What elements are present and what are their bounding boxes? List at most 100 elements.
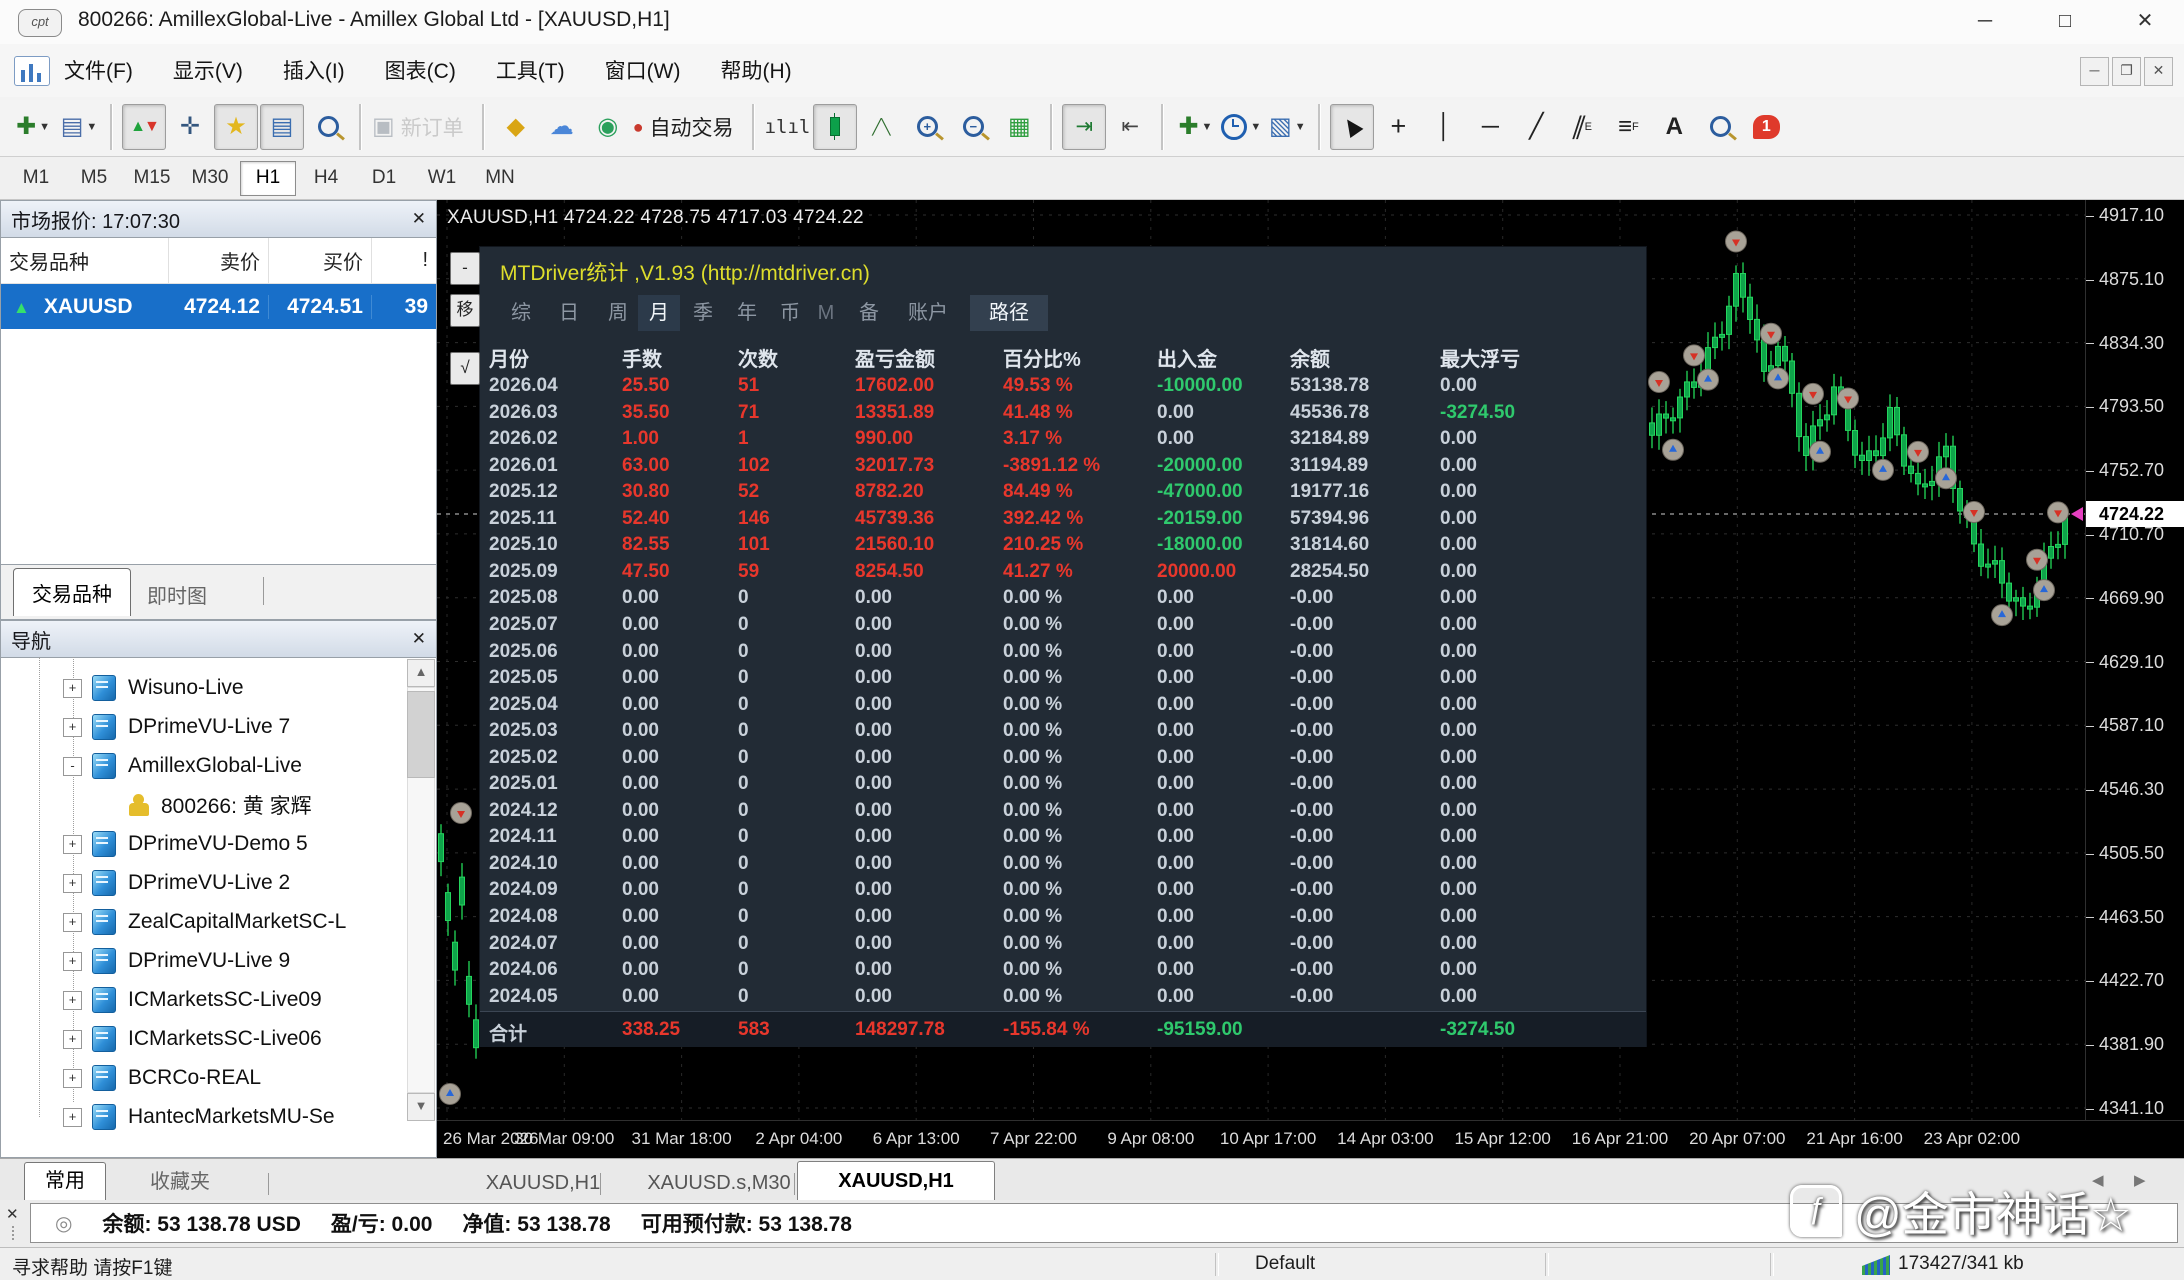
terminal-toggle[interactable]: ▤ — [260, 103, 304, 150]
collapse-icon[interactable]: - — [63, 756, 82, 776]
time-axis[interactable]: 26 Mar 2026 30 Mar 09:00 31 Mar 18:00 2 Apr… — [437, 1120, 2184, 1159]
expand-icon[interactable]: + — [63, 951, 82, 971]
stats-tab-季[interactable]: 季 — [685, 295, 721, 331]
menu-item-图表(C)[interactable]: 图表(C) — [385, 55, 456, 85]
chart-shift-toggle[interactable]: ⇤ — [1108, 104, 1152, 150]
templates-dropdown[interactable]: ▧ ▼ — [1265, 104, 1309, 150]
tile-windows-button[interactable]: ▦ — [997, 104, 1041, 150]
expand-icon[interactable]: + — [63, 873, 82, 893]
timeframe-M15[interactable]: M15 — [124, 161, 180, 196]
timeframe-D1[interactable]: D1 — [356, 161, 412, 196]
nav-item-ICMarketsSC-Live09[interactable]: + ICMarketsSC-Live09 — [63, 981, 322, 1019]
tab-tick-chart[interactable]: 即时图 — [129, 571, 225, 618]
maximize-button[interactable]: □ — [2038, 5, 2092, 39]
timeframe-MN[interactable]: MN — [472, 161, 528, 196]
strategy-tester-toggle[interactable] — [306, 104, 350, 150]
nav-item-HantecMarketsMU-Se[interactable]: + HantecMarketsMU-Se — [63, 1098, 335, 1136]
scrollbar-up-icon[interactable]: ▲ — [407, 659, 435, 687]
stats-tab-路径[interactable]: 路径 — [970, 295, 1048, 331]
vertical-line-button[interactable]: │ — [1422, 104, 1466, 150]
nav-item-DPrimeVU-Live-9[interactable]: + DPrimeVU-Live 9 — [63, 942, 290, 980]
menu-item-窗口(W)[interactable]: 窗口(W) — [605, 55, 681, 85]
column-spread[interactable]: ! — [371, 238, 436, 283]
child-restore-button[interactable]: ❐ — [2112, 57, 2141, 86]
stats-check-button[interactable]: √ — [450, 352, 480, 385]
stats-tab-年[interactable]: 年 — [729, 295, 765, 331]
stats-tab-币[interactable]: 币 — [772, 295, 808, 331]
timeframe-H4[interactable]: H4 — [298, 161, 354, 196]
stats-tab-周[interactable]: 周 — [600, 295, 636, 331]
market-watch-toggle[interactable]: ▲▼ — [122, 103, 166, 150]
auto-scroll-toggle[interactable]: ⇥ — [1062, 103, 1107, 150]
child-minimize-button[interactable]: ─ — [2080, 57, 2109, 86]
profiles-button[interactable]: ▤ ▼ — [57, 104, 101, 150]
auto-trading-button[interactable]: ● 自动交易 — [632, 104, 743, 150]
expand-icon[interactable]: + — [63, 1068, 82, 1088]
stats-tab-备[interactable]: 备 — [851, 295, 887, 331]
stats-tab-账户[interactable]: 账户 — [892, 295, 964, 331]
expand-icon[interactable]: + — [63, 678, 82, 698]
nav-item-ICMarketsSC-Live06[interactable]: + ICMarketsSC-Live06 — [63, 1020, 322, 1058]
timeframe-M1[interactable]: M1 — [8, 161, 64, 196]
timeframe-M30[interactable]: M30 — [182, 161, 238, 196]
bar-chart-button[interactable]: ılıl — [764, 104, 812, 150]
cursor-button[interactable] — [1330, 103, 1375, 150]
new-order-button[interactable]: ▣ 新订单 — [371, 104, 473, 150]
expand-icon[interactable]: + — [63, 1029, 82, 1049]
signals-button[interactable]: ◉ — [586, 104, 630, 150]
expand-icon[interactable]: + — [63, 912, 82, 932]
close-icon[interactable]: ✕ — [412, 209, 426, 229]
minimize-button[interactable]: ─ — [1958, 5, 2012, 39]
chart-tab-2[interactable]: XAUUSD,H1 — [797, 1161, 995, 1202]
notifications-button[interactable]: 1 — [1744, 104, 1788, 150]
terminal-grip[interactable] — [12, 1226, 14, 1240]
column-ask[interactable]: 买价 — [268, 238, 371, 283]
mql5-cloud-button[interactable]: ☁ — [540, 104, 584, 150]
column-symbol[interactable]: 交易品种 — [1, 246, 168, 275]
candlestick-button[interactable] — [813, 103, 858, 150]
expand-icon[interactable]: + — [63, 990, 82, 1010]
fibonacci-button[interactable]: ≡ F — [1606, 104, 1650, 150]
horizontal-line-button[interactable]: ─ — [1468, 104, 1512, 150]
nav-item-Wisuno-Live[interactable]: + Wisuno-Live — [63, 669, 244, 707]
stats-tab-M[interactable]: M — [810, 295, 842, 331]
column-bid[interactable]: 卖价 — [168, 238, 268, 283]
periods-dropdown[interactable]: ▼ — [1219, 104, 1263, 150]
tab-scroll-right-icon[interactable]: ▶ — [2134, 1171, 2146, 1189]
nav-item-BCRCo-REAL[interactable]: + BCRCo-REAL — [63, 1059, 261, 1097]
close-icon[interactable]: ✕ — [412, 629, 426, 649]
nav-item-DPrimeVU-Demo-5[interactable]: + DPrimeVU-Demo 5 — [63, 825, 308, 863]
menu-item-显示(V)[interactable]: 显示(V) — [173, 55, 243, 85]
expand-icon[interactable]: + — [63, 717, 82, 737]
new-chart-button[interactable]: ✚ ▼ — [11, 104, 55, 150]
close-button[interactable]: ✕ — [2118, 5, 2172, 39]
scrollbar-down-icon[interactable]: ▼ — [407, 1093, 435, 1121]
data-window-toggle[interactable]: ✛ — [168, 104, 212, 150]
menu-item-插入(I)[interactable]: 插入(I) — [283, 55, 345, 85]
search-button[interactable] — [1698, 104, 1742, 150]
nav-item-ZealCapitalMarketSC-L[interactable]: + ZealCapitalMarketSC-L — [63, 903, 346, 941]
expand-icon[interactable]: + — [63, 1107, 82, 1127]
expand-icon[interactable]: + — [63, 834, 82, 854]
equidistant-channel-button[interactable]: ∥ E — [1560, 104, 1604, 150]
stats-tab-综[interactable]: 综 — [503, 295, 539, 331]
tab-symbols[interactable]: 交易品种 — [13, 568, 131, 616]
indicators-dropdown[interactable]: ✚ ▼ — [1173, 104, 1217, 150]
timeframe-H1[interactable]: H1 — [240, 160, 296, 196]
navigator-toggle[interactable]: ★ — [214, 103, 258, 150]
trendline-button[interactable]: ╱ — [1514, 104, 1558, 150]
stats-tab-日[interactable]: 日 — [551, 295, 587, 331]
metaeditor-button[interactable]: ◆ — [494, 104, 538, 150]
stats-minimize-button[interactable]: - — [450, 252, 480, 285]
nav-item-DPrimeVU-Live-7[interactable]: + DPrimeVU-Live 7 — [63, 708, 290, 746]
line-chart-button[interactable]: ╱╲ — [859, 104, 903, 150]
menu-item-工具(T)[interactable]: 工具(T) — [496, 55, 565, 85]
price-axis[interactable]: 4917.10 4875.10 4834.30 4793.50 4752.70 4710.… — [2085, 200, 2184, 1120]
zoom-out-button[interactable]: − — [951, 104, 995, 150]
navigator-tab-common[interactable]: 常用 — [24, 1162, 106, 1202]
nav-item-AmillexGlobal-Live[interactable]: - AmillexGlobal-Live — [63, 747, 302, 785]
crosshair-button[interactable]: + — [1376, 104, 1420, 150]
market-watch-row-xauusd[interactable]: ▲ XAUUSD 4724.12 4724.51 39 — [1, 284, 436, 329]
stats-move-button[interactable]: 移 — [450, 294, 480, 327]
navigator-tab-favorites[interactable]: 收藏夹 — [130, 1166, 230, 1200]
